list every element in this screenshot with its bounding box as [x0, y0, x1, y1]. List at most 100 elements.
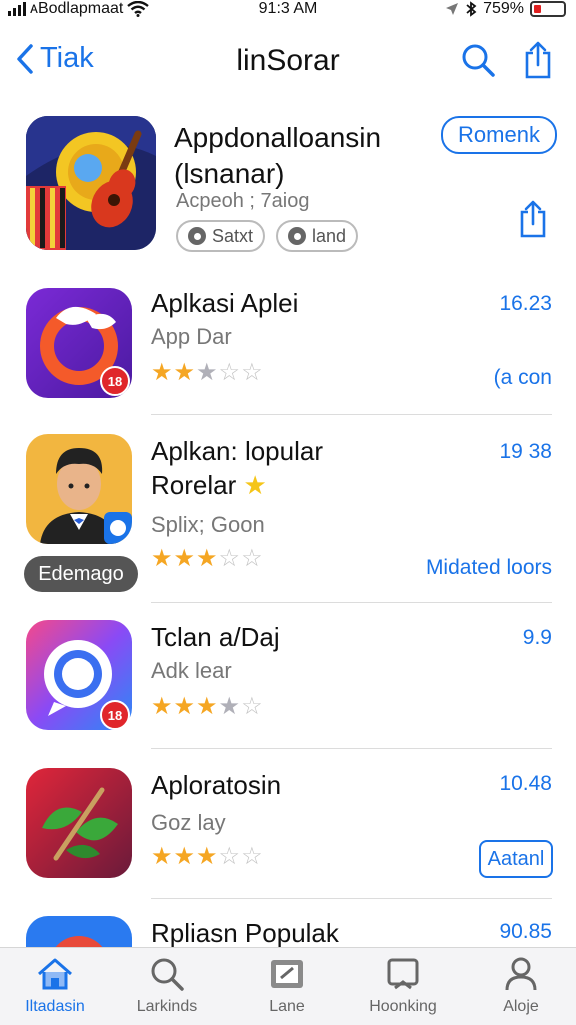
inbox-icon — [387, 958, 419, 990]
app-name-line2: Rorelar ★ — [151, 470, 267, 500]
star-empty-icon: ☆ — [218, 843, 242, 870]
star-half-icon: ★ — [196, 359, 219, 386]
app-name: Rpliasn Populak — [151, 918, 339, 947]
star-rating: ★★★☆☆ — [151, 842, 264, 871]
app-subtitle: App Dar — [151, 324, 232, 349]
divider — [151, 602, 552, 603]
app-subtitle: Splix; Goon — [151, 512, 265, 537]
profile-icon — [505, 957, 537, 991]
divider — [151, 898, 552, 899]
search-button[interactable] — [458, 40, 498, 80]
app-subtitle: Goz lay — [151, 810, 226, 835]
star-full-icon: ★ — [151, 843, 174, 870]
star-full-icon: ★ — [196, 545, 219, 572]
home-icon — [38, 958, 72, 990]
star-empty-icon: ☆ — [241, 545, 264, 572]
divider — [151, 414, 552, 415]
app-meta: 90.85 — [499, 920, 552, 943]
chip-dot-icon — [288, 227, 306, 245]
star-full-icon: ★ — [173, 359, 197, 386]
app-list-item[interactable]: Aploratosin Goz lay ★★★☆☆ 10.48 Aatanl — [0, 760, 576, 900]
battery-icon — [530, 1, 566, 17]
featured-title-line1: Appdonalloansin — [174, 122, 382, 153]
app-tag-button[interactable]: Edemago — [24, 556, 138, 592]
star-full-icon: ★ — [173, 693, 197, 720]
tab-search[interactable]: Larkinds — [112, 954, 222, 1016]
tab-inbox[interactable]: Hoonking — [348, 954, 458, 1016]
app-action-button[interactable]: Aatanl — [479, 840, 553, 878]
star-rating: ★★★☆☆ — [151, 358, 264, 387]
tab-label: Hoonking — [369, 998, 437, 1015]
featured-share-button[interactable] — [516, 200, 550, 243]
featured-get-button[interactable]: Romenk — [441, 116, 557, 154]
search-icon — [462, 44, 495, 77]
search-icon — [151, 958, 184, 991]
app-logo-icon — [26, 916, 132, 947]
app-name: Aplkan: lopular — [151, 436, 323, 466]
star-icon: ★ — [243, 470, 267, 500]
tab-label: Larkinds — [136, 998, 198, 1015]
share-button[interactable] — [518, 40, 558, 80]
star-full-icon: ★ — [173, 843, 197, 870]
app-action-link[interactable]: Midated loors — [426, 556, 552, 580]
star-rating: ★★★☆☆ — [151, 544, 264, 573]
tab-bar: Iltadasin Larkinds Lane Hoonking Aloje — [0, 947, 576, 1025]
tab-label: Aloje — [503, 998, 539, 1015]
guitar-icon — [26, 116, 156, 250]
status-bar: ᴀBodlapmaat 91:3 AM 759% — [0, 0, 576, 24]
app-icon — [26, 768, 132, 878]
app-badge: 18 — [100, 700, 130, 730]
tab-label: Iltadasin — [25, 998, 85, 1015]
location-icon — [446, 3, 459, 15]
app-list-item[interactable]: 18 Tclan a/Daj Adk lear ★★★★☆ 9.9 — [0, 614, 576, 750]
featured-app-card[interactable]: Appdonalloansin (lsnanar) Acpeoh ; 7aiog… — [0, 108, 576, 266]
divider — [151, 748, 552, 749]
star-empty-icon: ☆ — [241, 359, 264, 386]
star-full-icon: ★ — [151, 545, 174, 572]
person-icon — [26, 434, 132, 544]
chip-label: Satxt — [212, 225, 254, 246]
library-icon — [271, 960, 303, 988]
tab-label: Lane — [269, 998, 305, 1015]
star-empty-icon: ☆ — [218, 359, 242, 386]
app-name: Aplkasi Aplei — [151, 288, 299, 318]
app-icon — [26, 434, 132, 544]
chip-dot-icon — [188, 227, 206, 245]
status-right: 759% — [445, 0, 566, 18]
featured-app-title: Appdonalloansin (lsnanar) — [174, 120, 434, 192]
star-full-icon: ★ — [196, 693, 219, 720]
app-list-item[interactable]: 18 Aplkasi Aplei App Dar ★★★☆☆ 16.23 (a … — [0, 280, 576, 416]
app-list-item[interactable]: Edemago Aplkan: lopular Rorelar ★ Splix;… — [0, 428, 576, 606]
app-meta: 9.9 — [522, 626, 552, 649]
featured-app-icon — [26, 116, 156, 250]
bluetooth-icon — [466, 1, 477, 17]
star-empty-icon: ☆ — [218, 545, 242, 572]
share-icon — [520, 200, 546, 238]
app-icon — [26, 916, 132, 947]
app-subtitle: Adk lear — [151, 658, 232, 683]
star-full-icon: ★ — [173, 545, 197, 572]
featured-chip-1[interactable]: Satxt — [176, 220, 266, 252]
app-name: Aploratosin — [151, 770, 282, 800]
tab-profile[interactable]: Aloje — [466, 954, 576, 1016]
app-meta: 16.23 — [499, 292, 552, 315]
star-rating: ★★★★☆ — [151, 692, 264, 721]
star-full-icon: ★ — [196, 843, 219, 870]
navigation-bar: Tiak linSorar — [0, 30, 576, 94]
app-meta: 10.48 — [499, 772, 552, 795]
battery-percent: 759% — [483, 0, 524, 17]
tab-library[interactable]: Lane — [232, 954, 342, 1016]
tab-today[interactable]: Iltadasin — [0, 954, 110, 1016]
star-empty-icon: ☆ — [241, 693, 264, 720]
chip-label: land — [312, 225, 347, 246]
star-full-icon: ★ — [151, 359, 174, 386]
star-full-icon: ★ — [151, 693, 174, 720]
battery-fill — [534, 5, 541, 13]
share-icon — [525, 41, 551, 79]
app-action-link[interactable]: (a con — [494, 366, 552, 390]
star-empty-icon: ☆ — [241, 843, 264, 870]
app-list-item[interactable]: Rpliasn Populak 90.85 — [0, 908, 576, 947]
app-badge: 18 — [100, 366, 130, 396]
app-meta: 19 38 — [499, 440, 552, 463]
featured-chip-2[interactable]: land — [276, 220, 359, 252]
